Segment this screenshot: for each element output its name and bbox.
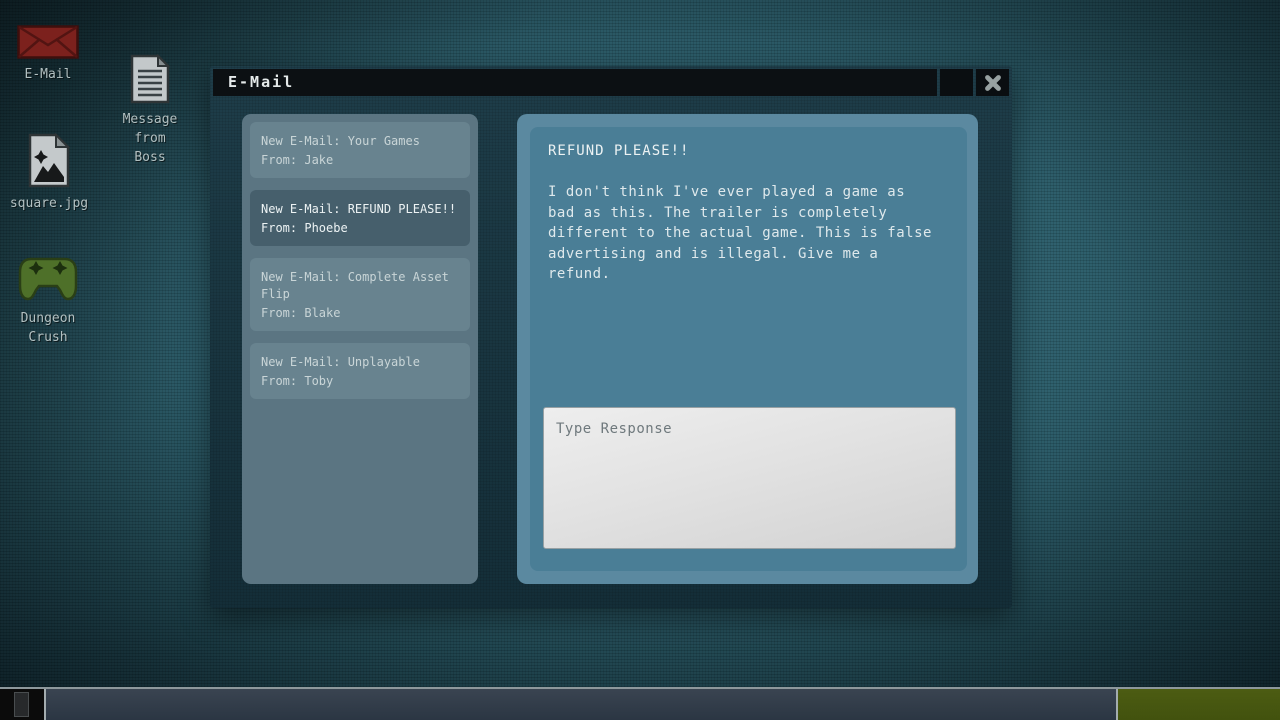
email-subject: New E-Mail: Complete Asset Flip [261, 269, 459, 303]
email-subject: New E-Mail: Unplayable [261, 354, 459, 371]
taskbar-main [46, 689, 1116, 720]
taskbar-start-tile[interactable] [0, 689, 44, 720]
reading-pane: REFUND PLEASE!! I don't think I've ever … [530, 127, 967, 571]
open-email-subject: REFUND PLEASE!! [548, 143, 949, 159]
document-icon [130, 54, 170, 104]
open-email-body: I don't think I've ever played a game as… [548, 182, 949, 285]
email-list-panel: New E-Mail: Your Games From: Jake New E-… [242, 114, 478, 584]
desktop-icon-email[interactable]: E-Mail [6, 25, 90, 84]
window-titlebar: E-Mail [213, 69, 1009, 96]
email-list-item[interactable]: New E-Mail: Your Games From: Jake [250, 122, 470, 178]
desktop-icon-square-jpg[interactable]: square.jpg [7, 133, 91, 213]
email-list-item[interactable]: New E-Mail: Unplayable From: Toby [250, 343, 470, 399]
taskbar-accent-tile[interactable] [1118, 689, 1280, 720]
red-envelope-icon [17, 25, 79, 59]
app-tile-icon [14, 692, 29, 717]
email-list-item-selected[interactable]: New E-Mail: REFUND PLEASE!! From: Phoebe [250, 190, 470, 246]
email-subject: New E-Mail: REFUND PLEASE!! [261, 201, 459, 218]
desktop-icon-label: square.jpg [7, 194, 91, 213]
desktop-icon-boss-message[interactable]: Message from Boss [108, 54, 192, 167]
desktop-icon-label: Dungeon Crush [6, 309, 90, 347]
image-file-icon [28, 133, 70, 188]
window-title[interactable]: E-Mail [213, 69, 937, 96]
email-from: From: Blake [261, 305, 459, 322]
minimize-button[interactable] [940, 69, 973, 96]
email-from: From: Jake [261, 152, 459, 169]
email-subject: New E-Mail: Your Games [261, 133, 459, 150]
response-input[interactable] [543, 407, 956, 549]
desktop-icon-dungeon-crush[interactable]: Dungeon Crush [6, 253, 90, 347]
email-list-item[interactable]: New E-Mail: Complete Asset Flip From: Bl… [250, 258, 470, 331]
screen: E-Mail Message from Boss square.jpg [0, 0, 1280, 720]
desktop: E-Mail Message from Boss square.jpg [0, 0, 1280, 720]
taskbar [0, 687, 1280, 720]
green-gamepad-icon [15, 253, 81, 303]
close-button[interactable] [976, 69, 1009, 96]
close-x-icon [982, 72, 1004, 94]
email-from: From: Toby [261, 373, 459, 390]
email-window: E-Mail New E-Mail: Your Games From: Jake [210, 66, 1012, 608]
window-body: New E-Mail: Your Games From: Jake New E-… [213, 96, 1009, 605]
reading-pane-frame: REFUND PLEASE!! I don't think I've ever … [517, 114, 978, 584]
desktop-icon-label: E-Mail [6, 65, 90, 84]
desktop-icon-label: Message from Boss [120, 110, 180, 167]
email-from: From: Phoebe [261, 220, 459, 237]
